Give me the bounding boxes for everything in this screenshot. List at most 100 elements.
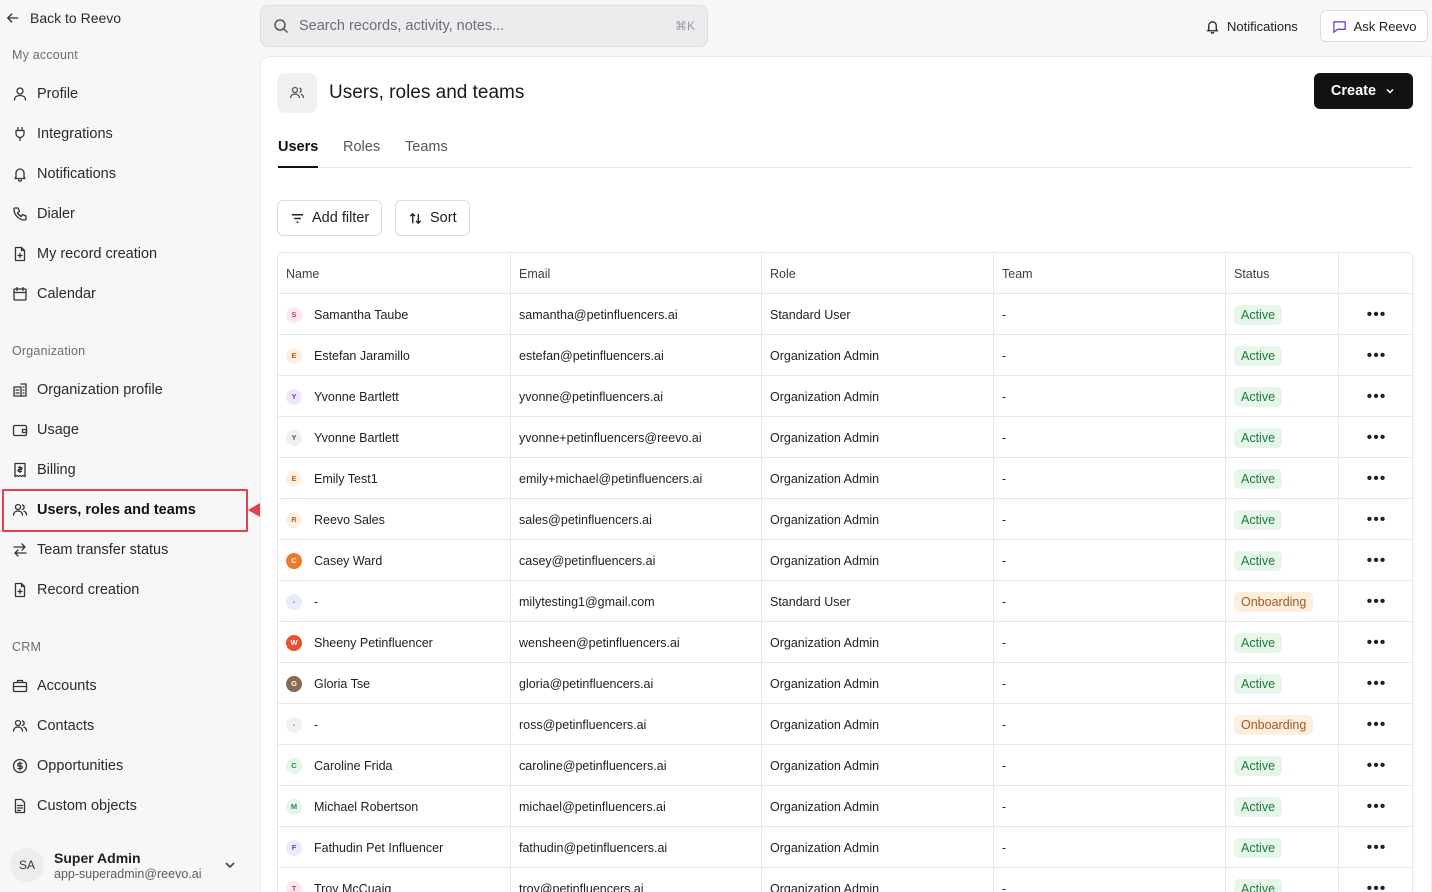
sidebar-item-label: Contacts xyxy=(37,718,95,734)
row-actions-button[interactable]: ••• xyxy=(1339,294,1412,335)
table-row[interactable]: E Emily Test1 emily+michael@petinfluencers… xyxy=(278,458,1412,499)
table-row[interactable]: - - ross@petinfluencers.ai Organization Adm… xyxy=(278,704,1412,745)
user-name[interactable]: Emily Test1 xyxy=(314,472,378,486)
sidebar-item-label: Usage xyxy=(37,422,79,438)
cell-team: - xyxy=(994,581,1226,622)
user-name[interactable]: Reevo Sales xyxy=(314,513,385,527)
user-name[interactable]: - xyxy=(314,595,318,609)
user-name[interactable]: Yvonne Bartlett xyxy=(314,390,399,404)
sidebar-item-dialer[interactable]: Dialer xyxy=(12,200,242,228)
back-link[interactable]: Back to Reevo xyxy=(6,8,121,28)
row-actions-button[interactable]: ••• xyxy=(1339,868,1412,892)
row-actions-button[interactable]: ••• xyxy=(1339,745,1412,786)
header-role[interactable]: Role xyxy=(762,253,994,294)
chevron-down-icon xyxy=(222,857,238,873)
sidebar-item-label: Custom objects xyxy=(37,798,137,814)
user-name[interactable]: Estefan Jaramillo xyxy=(314,349,410,363)
notifications-button[interactable]: Notifications xyxy=(1205,14,1298,38)
create-button[interactable]: Create xyxy=(1314,73,1413,109)
sidebar-item-team-transfer-status[interactable]: Team transfer status xyxy=(12,536,242,564)
user-name[interactable]: Fathudin Pet Influencer xyxy=(314,841,443,855)
avatar: C xyxy=(286,552,302,569)
sidebar-item-integrations[interactable]: Integrations xyxy=(12,120,242,148)
user-name[interactable]: Samantha Taube xyxy=(314,308,408,322)
transfer-icon xyxy=(12,542,28,558)
status-badge: Active xyxy=(1234,304,1283,325)
user-name[interactable]: Yvonne Bartlett xyxy=(314,431,399,445)
tab-users[interactable]: Users xyxy=(278,139,319,168)
more-horizontal-icon: ••• xyxy=(1366,551,1387,569)
row-actions-button[interactable]: ••• xyxy=(1339,663,1412,704)
sidebar-item-accounts[interactable]: Accounts xyxy=(12,672,242,700)
row-actions-button[interactable]: ••• xyxy=(1339,704,1412,745)
header-email[interactable]: Email xyxy=(511,253,762,294)
user-name[interactable]: Casey Ward xyxy=(314,554,382,568)
cell-email: casey@petinfluencers.ai xyxy=(511,540,762,581)
sidebar-item-contacts[interactable]: Contacts xyxy=(12,712,242,740)
main-panel: Users, roles and teams Create Users Role… xyxy=(260,56,1432,892)
cell-name: S Samantha Taube xyxy=(278,294,511,335)
sidebar-item-profile[interactable]: Profile xyxy=(12,80,242,108)
sidebar-item-custom-objects[interactable]: Custom objects xyxy=(12,792,242,820)
cell-name: T Troy McCuaig xyxy=(278,868,511,892)
add-filter-button[interactable]: Add filter xyxy=(277,200,383,236)
user-email: app-superadmin@reevo.ai xyxy=(54,866,202,881)
sidebar-item-usage[interactable]: Usage xyxy=(12,416,242,444)
row-actions-button[interactable]: ••• xyxy=(1339,335,1412,376)
table-row[interactable]: G Gloria Tse gloria@petinfluencers.ai Organ… xyxy=(278,663,1412,704)
table-row[interactable]: C Caroline Frida caroline@petinfluencers.a… xyxy=(278,745,1412,786)
search-input[interactable]: Search records, activity, notes... ⌘K xyxy=(260,5,708,47)
sort-icon xyxy=(408,211,423,226)
table-row[interactable]: T Troy McCuaig troy@petinfluencers.ai Organ… xyxy=(278,868,1412,892)
sidebar-item-calendar[interactable]: Calendar xyxy=(12,280,242,308)
user-name[interactable]: - xyxy=(314,718,318,732)
user-name[interactable]: Gloria Tse xyxy=(314,677,370,691)
header-name[interactable]: Name xyxy=(278,253,511,294)
cell-team: - xyxy=(994,458,1226,499)
user-menu[interactable]: SA Super Admin app-superadmin@reevo.ai xyxy=(10,843,246,887)
table-row[interactable]: R Reevo Sales sales@petinfluencers.ai Organ… xyxy=(278,499,1412,540)
sort-button[interactable]: Sort xyxy=(395,200,470,236)
briefcase-icon xyxy=(12,678,28,694)
table-row[interactable]: C Casey Ward casey@petinfluencers.ai Organi… xyxy=(278,540,1412,581)
row-actions-button[interactable]: ••• xyxy=(1339,581,1412,622)
row-actions-button[interactable]: ••• xyxy=(1339,786,1412,827)
row-actions-button[interactable]: ••• xyxy=(1339,622,1412,663)
avatar: G xyxy=(286,675,302,692)
tab-roles[interactable]: Roles xyxy=(343,139,380,168)
header-status[interactable]: Status xyxy=(1226,253,1339,294)
table-row[interactable]: - - milytesting1@gmail.com Standard User - On… xyxy=(278,581,1412,622)
users-icon xyxy=(12,718,28,734)
row-actions-button[interactable]: ••• xyxy=(1339,458,1412,499)
user-name[interactable]: Michael Robertson xyxy=(314,800,418,814)
user-name[interactable]: Troy McCuaig xyxy=(314,882,391,892)
sidebar-item-record-creation[interactable]: Record creation xyxy=(12,576,242,604)
sidebar-item-billing[interactable]: Billing xyxy=(12,456,242,484)
user-name[interactable]: Caroline Frida xyxy=(314,759,393,773)
sidebar-item-notifications[interactable]: Notifications xyxy=(12,160,242,188)
cell-email: caroline@petinfluencers.ai xyxy=(511,745,762,786)
ask-reevo-button[interactable]: Ask Reevo xyxy=(1320,10,1428,42)
row-actions-button[interactable]: ••• xyxy=(1339,376,1412,417)
sidebar-item-organization-profile[interactable]: Organization profile xyxy=(12,376,242,404)
row-actions-button[interactable]: ••• xyxy=(1339,499,1412,540)
table-row[interactable]: M Michael Robertson michael@petinfluencers… xyxy=(278,786,1412,827)
row-actions-button[interactable]: ••• xyxy=(1339,827,1412,868)
row-actions-button[interactable]: ••• xyxy=(1339,540,1412,581)
tab-teams[interactable]: Teams xyxy=(405,139,448,168)
notifications-label: Notifications xyxy=(1227,18,1298,34)
table-row[interactable]: E Estefan Jaramillo estefan@petinfluencers… xyxy=(278,335,1412,376)
header-team[interactable]: Team xyxy=(994,253,1226,294)
table-row[interactable]: Y Yvonne Bartlett yvonne@petinfluencers.ai… xyxy=(278,376,1412,417)
cell-role: Organization Admin xyxy=(762,499,994,540)
row-actions-button[interactable]: ••• xyxy=(1339,417,1412,458)
sidebar-item-opportunities[interactable]: Opportunities xyxy=(12,752,242,780)
sidebar-item-my-record-creation[interactable]: My record creation xyxy=(12,240,242,268)
user-name[interactable]: Sheeny Petinfluencer xyxy=(314,636,433,650)
more-horizontal-icon: ••• xyxy=(1366,592,1387,610)
table-row[interactable]: W Sheeny Petinfluencer wensheen@petinfluen… xyxy=(278,622,1412,663)
table-row[interactable]: Y Yvonne Bartlett yvonne+petinfluencers@re… xyxy=(278,417,1412,458)
table-row[interactable]: S Samantha Taube samantha@petinfluencers.a… xyxy=(278,294,1412,335)
cell-status: Active xyxy=(1226,417,1339,458)
table-row[interactable]: F Fathudin Pet Influencer fathudin@petinfl… xyxy=(278,827,1412,868)
